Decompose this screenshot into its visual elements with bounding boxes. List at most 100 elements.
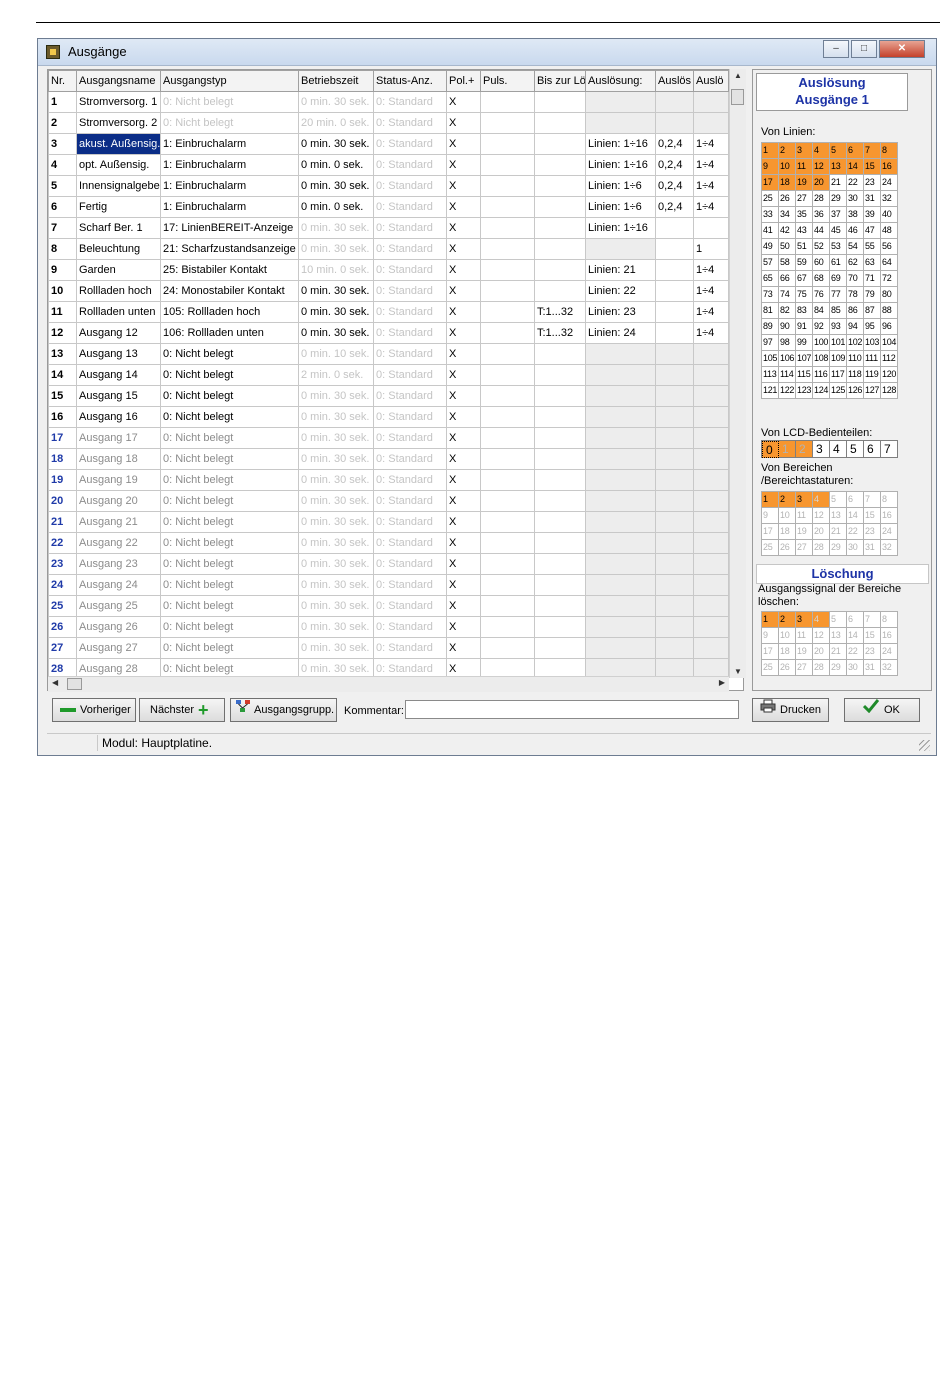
- cell-type[interactable]: 0: Nicht belegt: [160, 595, 299, 617]
- cell-time[interactable]: 0 min. 30 sek.: [298, 637, 374, 659]
- lines-grid-cell[interactable]: 46: [847, 223, 864, 239]
- cell-time[interactable]: 0 min. 10 sek.: [298, 343, 374, 365]
- areas-grid-cell[interactable]: 8: [881, 492, 898, 508]
- cell-name[interactable]: Ausgang 22: [76, 532, 161, 554]
- areas-grid-cell[interactable]: 11: [796, 508, 813, 524]
- cell-bis[interactable]: T:1...32: [534, 322, 586, 344]
- cell-a1[interactable]: 0,2,4: [655, 154, 694, 176]
- cell-a1[interactable]: [655, 364, 694, 386]
- cell-a1[interactable]: 0,2,4: [655, 175, 694, 197]
- clear-grid-cell[interactable]: 32: [881, 660, 898, 676]
- cell-a1[interactable]: [655, 469, 694, 491]
- cell-status[interactable]: 0: Standard: [373, 595, 447, 617]
- table-row[interactable]: 18 Ausgang 18 0: Nicht belegt 0 min. 30 sek…: [48, 448, 729, 470]
- clear-grid-cell[interactable]: 21: [830, 644, 847, 660]
- table-row[interactable]: 5 Innensignalgeber 1: Einbruchalarm 0 min. …: [48, 175, 729, 197]
- cell-nr[interactable]: 12: [48, 322, 77, 344]
- cell-pol[interactable]: X: [446, 532, 481, 554]
- cell-bis[interactable]: [534, 133, 586, 155]
- cell-type[interactable]: 0: Nicht belegt: [160, 490, 299, 512]
- cell-time[interactable]: 0 min. 0 sek.: [298, 196, 374, 218]
- lines-grid-cell[interactable]: 67: [796, 271, 813, 287]
- resize-grip-icon[interactable]: [919, 740, 930, 751]
- cell-a2[interactable]: [693, 448, 729, 470]
- cell-bis[interactable]: [534, 238, 586, 260]
- lines-grid-cell[interactable]: 13: [830, 159, 847, 175]
- lines-grid-cell[interactable]: 73: [762, 287, 779, 303]
- cell-ausl[interactable]: [585, 343, 656, 365]
- lines-grid-cell[interactable]: 25: [762, 191, 779, 207]
- lines-grid-cell[interactable]: 110: [847, 351, 864, 367]
- cell-nr[interactable]: 17: [48, 427, 77, 449]
- table-row[interactable]: 13 Ausgang 13 0: Nicht belegt 0 min. 10 sek…: [48, 343, 729, 365]
- column-header[interactable]: Pol.+: [446, 70, 481, 92]
- cell-status[interactable]: 0: Standard: [373, 343, 447, 365]
- cell-puls[interactable]: [480, 406, 535, 428]
- lines-grid-cell[interactable]: 5: [830, 143, 847, 159]
- lines-grid-cell[interactable]: 23: [864, 175, 881, 191]
- column-header[interactable]: Ausgangstyp: [160, 70, 299, 92]
- table-row[interactable]: 9 Garden 25: Bistabiler Kontakt 10 min. 0 s…: [48, 259, 729, 281]
- lines-grid-cell[interactable]: 115: [796, 367, 813, 383]
- cell-puls[interactable]: [480, 238, 535, 260]
- lines-grid-cell[interactable]: 17: [762, 175, 779, 191]
- lines-grid-cell[interactable]: 87: [864, 303, 881, 319]
- cell-time[interactable]: 0 min. 30 sek.: [298, 133, 374, 155]
- cell-pol[interactable]: X: [446, 490, 481, 512]
- cell-pol[interactable]: X: [446, 301, 481, 323]
- areas-grid-cell[interactable]: 32: [881, 540, 898, 556]
- cell-name[interactable]: akust. Außensig.: [76, 133, 161, 155]
- areas-grid-cell[interactable]: 6: [847, 492, 864, 508]
- cell-status[interactable]: 0: Standard: [373, 532, 447, 554]
- cell-a1[interactable]: 0,2,4: [655, 196, 694, 218]
- cell-a2[interactable]: [693, 343, 729, 365]
- table-row[interactable]: 14 Ausgang 14 0: Nicht belegt 2 min. 0 sek.…: [48, 364, 729, 386]
- clear-grid-cell[interactable]: 6: [847, 612, 864, 628]
- cell-a2[interactable]: 1÷4: [693, 259, 729, 281]
- areas-grid[interactable]: 1 2 3 4 5 6 7 8 9 10 11 12 13 14 15 16 17 18 19 20 21 22 23 24 2…: [761, 491, 898, 556]
- vertical-scrollbar[interactable]: ▲ ▼: [729, 69, 746, 678]
- cell-status[interactable]: 0: Standard: [373, 574, 447, 596]
- lines-grid-cell[interactable]: 6: [847, 143, 864, 159]
- cell-a1[interactable]: [655, 280, 694, 302]
- lines-grid-cell[interactable]: 122: [779, 383, 796, 399]
- areas-grid-cell[interactable]: 21: [830, 524, 847, 540]
- areas-grid-cell[interactable]: 12: [813, 508, 830, 524]
- column-header[interactable]: Auslö: [693, 70, 729, 92]
- cell-puls[interactable]: [480, 532, 535, 554]
- lines-grid-cell[interactable]: 113: [762, 367, 779, 383]
- cell-a2[interactable]: [693, 364, 729, 386]
- cell-nr[interactable]: 18: [48, 448, 77, 470]
- cell-time[interactable]: 0 min. 30 sek.: [298, 553, 374, 575]
- lcd-keypad-cell[interactable]: 1: [779, 441, 796, 458]
- clear-grid-cell[interactable]: 29: [830, 660, 847, 676]
- cell-a2[interactable]: [693, 112, 729, 134]
- column-header[interactable]: Puls.: [480, 70, 535, 92]
- cell-type[interactable]: 1: Einbruchalarm: [160, 154, 299, 176]
- lines-grid-cell[interactable]: 44: [813, 223, 830, 239]
- cell-ausl[interactable]: Linien: 1÷6: [585, 196, 656, 218]
- cell-puls[interactable]: [480, 574, 535, 596]
- lines-grid-cell[interactable]: 43: [796, 223, 813, 239]
- cell-puls[interactable]: [480, 595, 535, 617]
- cell-puls[interactable]: [480, 322, 535, 344]
- cell-time[interactable]: 0 min. 30 sek.: [298, 490, 374, 512]
- cell-bis[interactable]: [534, 91, 586, 113]
- areas-grid-cell[interactable]: 19: [796, 524, 813, 540]
- cell-status[interactable]: 0: Standard: [373, 511, 447, 533]
- cell-nr[interactable]: 22: [48, 532, 77, 554]
- cell-nr[interactable]: 6: [48, 196, 77, 218]
- lines-grid-cell[interactable]: 9: [762, 159, 779, 175]
- cell-name[interactable]: Stromversorg. 1: [76, 91, 161, 113]
- cell-pol[interactable]: X: [446, 385, 481, 407]
- scroll-up-icon[interactable]: ▲: [730, 71, 746, 80]
- cell-nr[interactable]: 21: [48, 511, 77, 533]
- table-row[interactable]: 22 Ausgang 22 0: Nicht belegt 0 min. 30 sek…: [48, 532, 729, 554]
- clear-grid-cell[interactable]: 26: [779, 660, 796, 676]
- lines-grid-cell[interactable]: 123: [796, 383, 813, 399]
- cell-time[interactable]: 0 min. 30 sek.: [298, 469, 374, 491]
- lines-grid-cell[interactable]: 106: [779, 351, 796, 367]
- areas-grid-cell[interactable]: 10: [779, 508, 796, 524]
- lines-grid-cell[interactable]: 127: [864, 383, 881, 399]
- cell-pol[interactable]: X: [446, 364, 481, 386]
